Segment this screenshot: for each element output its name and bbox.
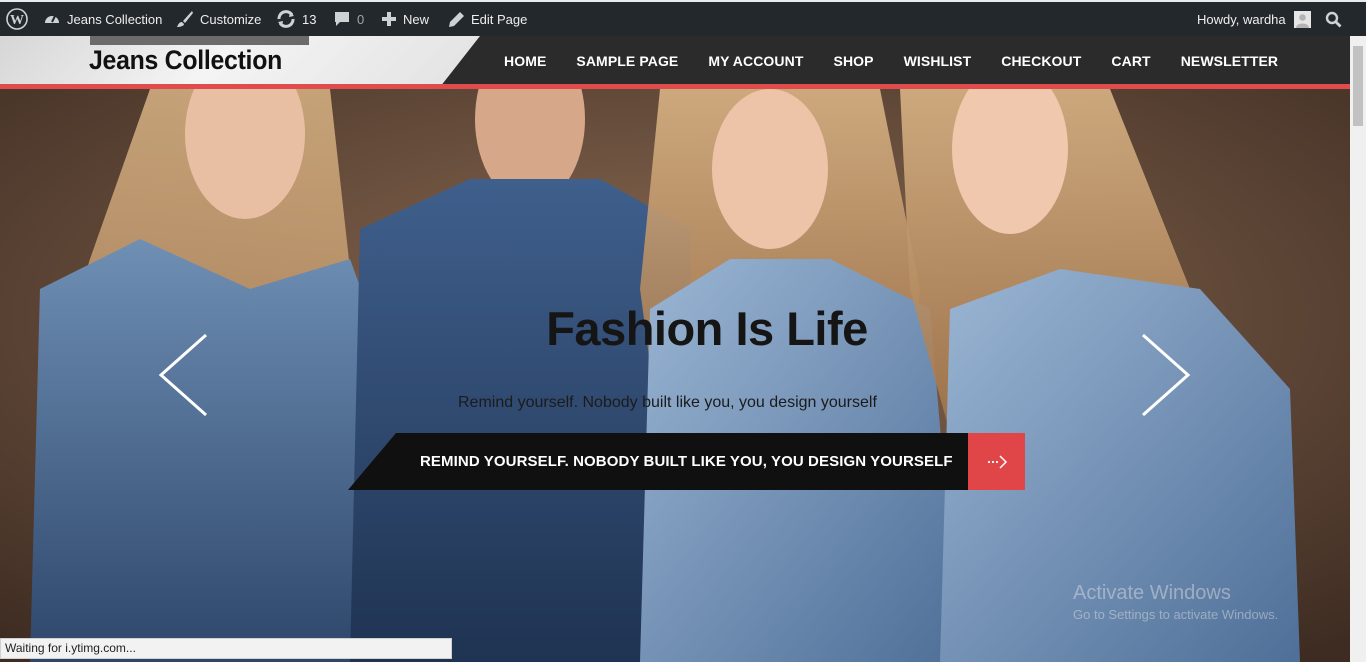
comments-button[interactable]: 0 [333,2,364,36]
edit-page-label: Edit Page [471,11,528,27]
watermark-subtitle: Go to Settings to activate Windows. [1073,607,1279,622]
updates-button[interactable]: 13 [276,2,316,36]
arrow-right-icon [987,454,1007,469]
nav-newsletter[interactable]: NEWSLETTER [1166,53,1293,69]
search-icon [1325,11,1342,28]
wordpress-logo-button[interactable]: W [6,2,28,36]
hero-title: Fashion Is Life [546,302,868,355]
comment-icon [333,10,351,28]
customize-button[interactable]: Customize [176,2,261,36]
search-button[interactable] [1325,2,1342,36]
updates-count: 13 [302,11,317,27]
watermark-title: Activate Windows [1073,582,1231,604]
nav-home[interactable]: HOME [489,53,561,69]
hero-subtitle: Remind yourself. Nobody built like you, … [458,394,877,411]
comments-count: 0 [357,11,365,27]
account-menu[interactable]: Howdy, wardha [1197,2,1311,36]
site-header: Jeans Collection HOME SAMPLE PAGE MY ACC… [0,36,1350,85]
edit-page-button[interactable]: Edit Page [448,2,527,36]
site-name-label: Jeans Collection [67,11,163,27]
greeting-label: Howdy, wardha [1197,11,1286,27]
site-name-menu[interactable]: Jeans Collection [43,2,162,36]
updates-icon [276,10,296,28]
activate-windows-watermark: Activate Windows Go to Settings to activ… [1073,582,1278,626]
avatar [1293,10,1311,28]
hero-slider: Fashion Is Life Remind yourself. Nobody … [0,89,1350,662]
page-scrollbar[interactable] [1350,36,1366,662]
admin-bar: W Jeans Collection Customize 13 0 New Ed… [0,0,1366,36]
nav-checkout[interactable]: CHECKOUT [986,53,1096,69]
header-image [90,36,309,45]
pencil-icon [448,11,465,28]
nav-shop[interactable]: SHOP [819,53,889,69]
nav-my-account[interactable]: MY ACCOUNT [693,53,818,69]
scrollbar-thumb[interactable] [1353,46,1363,126]
plus-icon [381,11,397,27]
hero-cta-arrow-button[interactable] [968,433,1025,490]
nav-wishlist[interactable]: WISHLIST [889,53,987,69]
site-title[interactable]: Jeans Collection [89,45,282,76]
browser-status-bar: Waiting for i.ytimg.com... [0,638,452,659]
new-label: New [403,11,430,27]
hero-cta-label: REMIND YOURSELF. NOBODY BUILT LIKE YOU, … [420,453,953,470]
nav-cart[interactable]: CART [1096,53,1165,69]
dashboard-icon [43,10,61,28]
svg-text:W: W [10,13,24,28]
new-content-button[interactable]: New [381,2,429,36]
hero-cta-button[interactable]: REMIND YOURSELF. NOBODY BUILT LIKE YOU, … [348,433,968,490]
main-navigation: HOME SAMPLE PAGE MY ACCOUNT SHOP WISHLIS… [489,36,1293,85]
customize-label: Customize [200,11,262,27]
brush-icon [176,10,194,28]
nav-sample-page[interactable]: SAMPLE PAGE [561,53,693,69]
wordpress-icon: W [6,8,28,30]
